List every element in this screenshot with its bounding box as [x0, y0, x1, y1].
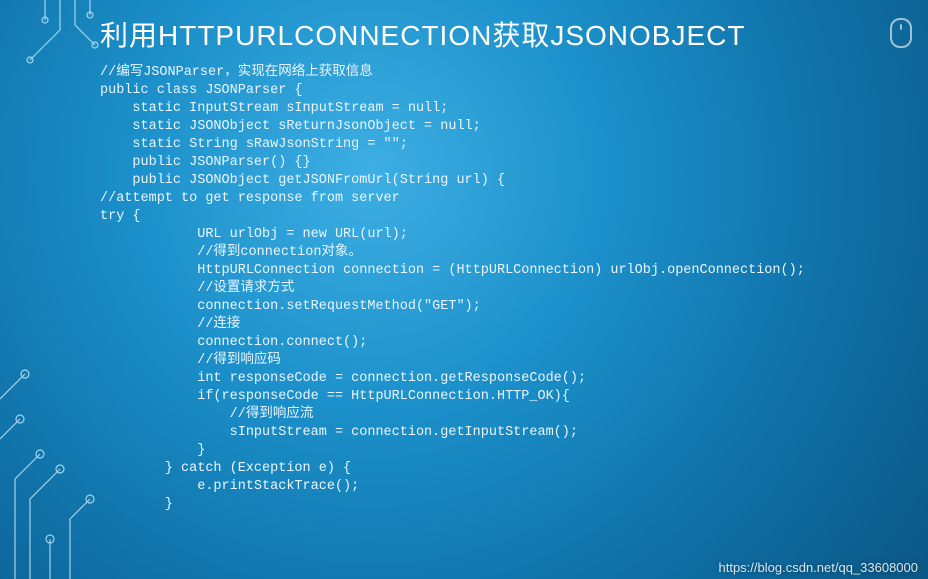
watermark-url: https://blog.csdn.net/qq_33608000	[719, 560, 919, 575]
slide-title: 利用HTTPURLCONNECTION获取JSONOBJECT	[100, 14, 888, 54]
slide: 利用HTTPURLCONNECTION获取JSONOBJECT //编写JSON…	[0, 0, 928, 579]
code-block: //编写JSONParser，实现在网络上获取信息 public class J…	[100, 64, 888, 514]
mouse-icon	[890, 18, 912, 48]
